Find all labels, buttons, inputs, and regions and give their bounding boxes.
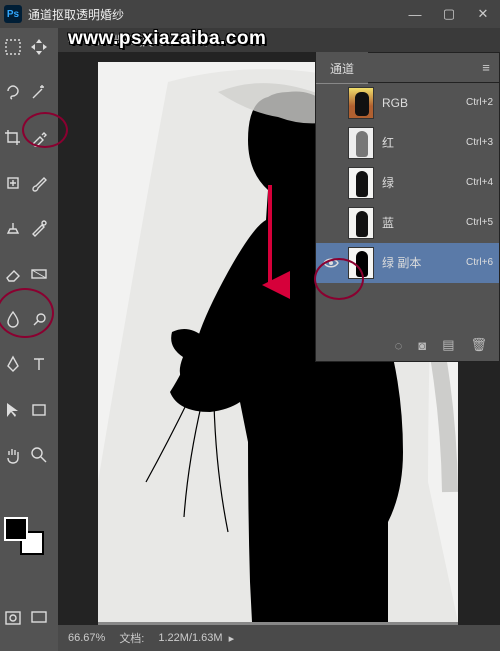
visibility-toggle[interactable] (322, 254, 340, 272)
hand-tool[interactable] (0, 442, 26, 468)
patch-tool[interactable] (0, 170, 26, 196)
brush-tool[interactable] (26, 170, 52, 196)
zoom-tool[interactable] (26, 442, 52, 468)
channels-footer: ◌ ◙ ▤ 🗑 (316, 329, 499, 361)
visibility-toggle[interactable] (322, 134, 340, 152)
clone-stamp-tool[interactable] (0, 215, 26, 241)
new-channel-icon[interactable]: ▤ (442, 337, 454, 353)
history-brush-tool[interactable] (26, 215, 52, 241)
gradient-tool[interactable] (26, 261, 52, 287)
channel-thumb (348, 127, 374, 159)
type-tool[interactable] (26, 351, 52, 377)
eyedropper-tool[interactable] (26, 125, 52, 151)
channel-row-blue[interactable]: 蓝 Ctrl+5 (316, 203, 499, 243)
minimize-button[interactable]: — (398, 0, 432, 28)
lasso-tool[interactable] (0, 79, 26, 105)
channel-row-rgb[interactable]: RGB Ctrl+2 (316, 83, 499, 123)
zoom-level[interactable]: 66.67% (68, 632, 105, 644)
status-bar: 66.67% 文档: 1.22M/1.63M ▸ (58, 625, 500, 651)
crop-tool[interactable] (0, 125, 26, 151)
channel-row-green-copy[interactable]: 绿 副本 Ctrl+6 (316, 243, 499, 283)
tools-panel (0, 28, 58, 651)
save-selection-icon[interactable]: ◙ (418, 338, 426, 353)
load-selection-icon[interactable]: ◌ (395, 338, 403, 353)
pen-tool[interactable] (0, 351, 26, 377)
dodge-tool[interactable] (26, 306, 52, 332)
channel-shortcut: Ctrl+6 (466, 257, 493, 268)
rectangle-tool[interactable] (26, 397, 52, 423)
window-titlebar: Ps 通道抠取透明婚纱 — ▢ ✕ (0, 0, 500, 28)
path-select-tool[interactable] (0, 397, 26, 423)
channel-row-red[interactable]: 红 Ctrl+3 (316, 123, 499, 163)
status-doc-values: 1.22M/1.63M (158, 632, 222, 644)
channels-list: RGB Ctrl+2 红 Ctrl+3 绿 Ctrl+4 蓝 Ctrl+5 绿 … (316, 83, 499, 283)
screenmode-button[interactable] (26, 605, 52, 631)
channel-name: RGB (382, 96, 466, 110)
visibility-toggle[interactable] (322, 214, 340, 232)
channels-tab[interactable]: 通道 (316, 52, 368, 84)
channel-name: 绿 (382, 174, 466, 191)
quickmask-button[interactable] (0, 605, 26, 631)
watermark: www.psxiazaiba.com (68, 28, 266, 50)
visibility-toggle[interactable] (322, 94, 340, 112)
channel-name: 蓝 (382, 214, 466, 231)
delete-channel-icon[interactable]: 🗑 (470, 337, 487, 353)
status-menu-icon[interactable]: ▸ (229, 632, 235, 645)
channel-name: 红 (382, 134, 466, 151)
panel-menu-icon[interactable]: ≡ (473, 60, 499, 75)
channel-name: 绿 副本 (382, 254, 466, 271)
channel-shortcut: Ctrl+5 (466, 217, 493, 228)
channel-shortcut: Ctrl+4 (466, 177, 493, 188)
window-title: 通道抠取透明婚纱 (28, 6, 124, 23)
channels-panel: 通道 ≡ RGB Ctrl+2 红 Ctrl+3 绿 Ctrl+4 蓝 Ctrl… (315, 52, 500, 362)
fg-color-swatch[interactable] (4, 517, 28, 541)
close-button[interactable]: ✕ (466, 0, 500, 28)
move-tool[interactable] (26, 34, 52, 60)
channel-thumb (348, 87, 374, 119)
channel-thumb (348, 207, 374, 239)
maximize-button[interactable]: ▢ (432, 0, 466, 28)
channel-row-green[interactable]: 绿 Ctrl+4 (316, 163, 499, 203)
eraser-tool[interactable] (0, 261, 26, 287)
status-doc-label: 文档: (119, 630, 144, 646)
magic-wand-tool[interactable] (26, 79, 52, 105)
channel-thumb (348, 247, 374, 279)
channel-shortcut: Ctrl+2 (466, 97, 493, 108)
ps-app-icon: Ps (4, 5, 22, 23)
marquee-tool[interactable] (0, 34, 26, 60)
color-swatches[interactable] (4, 517, 48, 557)
channel-thumb (348, 167, 374, 199)
channel-shortcut: Ctrl+3 (466, 137, 493, 148)
blur-tool[interactable] (0, 306, 26, 332)
visibility-toggle[interactable] (322, 174, 340, 192)
